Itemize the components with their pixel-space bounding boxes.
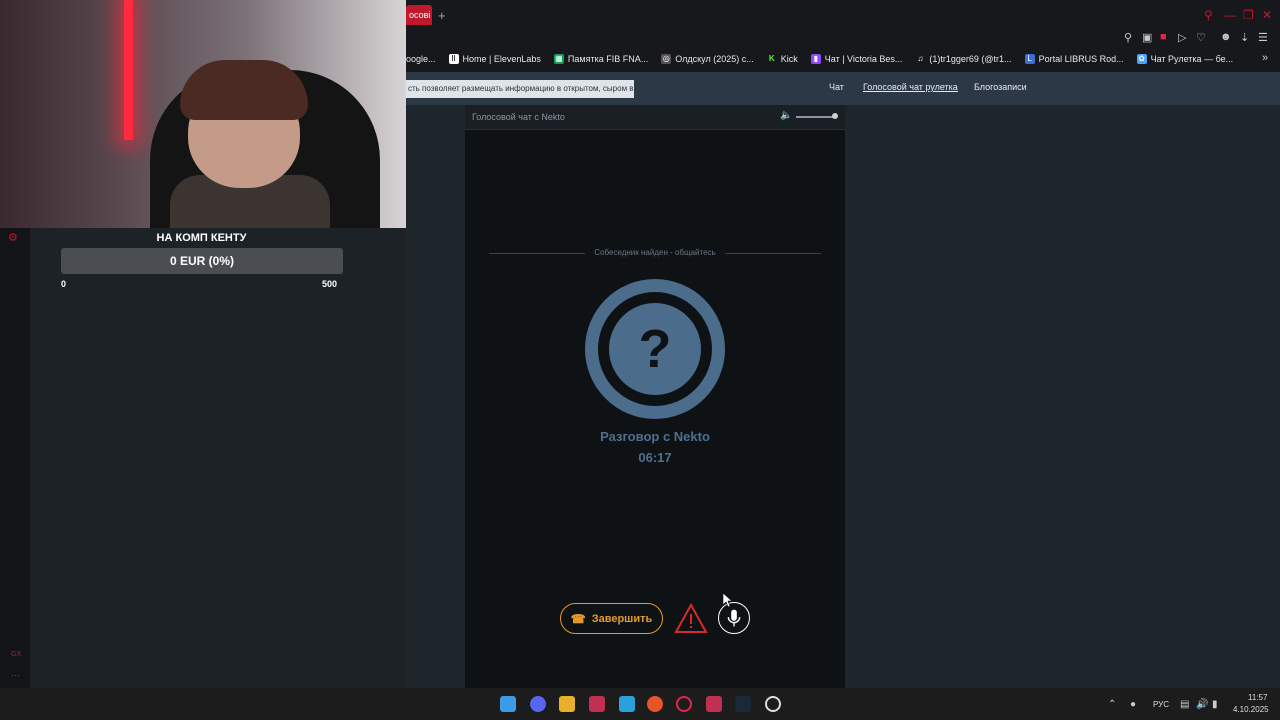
- browser-sidebar: [0, 228, 30, 688]
- discord-icon[interactable]: [530, 696, 546, 712]
- voice-chat-title: Голосовой чат с Nekto: [472, 112, 565, 122]
- tiktok-icon: ♫: [915, 54, 926, 64]
- bookmark-elevenlabs[interactable]: II Home | ElevenLabs: [448, 54, 541, 64]
- shield-icon[interactable]: ■: [1160, 31, 1167, 43]
- gear-icon[interactable]: ⚙: [8, 231, 18, 244]
- twitch-icon: ▮: [810, 54, 821, 64]
- network-icon[interactable]: ▤: [1180, 699, 1189, 710]
- maximize-icon[interactable]: ❐: [1243, 8, 1254, 22]
- overlay-background: [30, 228, 406, 688]
- bookmark-librus[interactable]: L Portal LIBRUS Rod...: [1024, 54, 1124, 64]
- taskbar: [0, 688, 1280, 720]
- app-icon[interactable]: [589, 696, 605, 712]
- profile-icon[interactable]: ☻: [1220, 31, 1232, 43]
- elevenlabs-icon: II: [448, 54, 459, 64]
- new-tab-button[interactable]: +: [438, 8, 446, 23]
- pin-icon[interactable]: ⚲: [1124, 31, 1132, 44]
- close-icon[interactable]: ✕: [1262, 8, 1272, 22]
- bookmark-label: Олдскул (2025) с...: [675, 54, 754, 64]
- bookmarks-bar: oogle... II Home | ElevenLabs ▦ Памятка FI…: [406, 46, 1280, 72]
- bookmark-sheets[interactable]: ▦ Памятка FIB FNA...: [553, 54, 649, 64]
- donation-goal-title: НА КОМП КЕНТУ: [156, 232, 247, 244]
- obs-icon[interactable]: [765, 696, 781, 712]
- start-icon[interactable]: [500, 696, 516, 712]
- status-text: Собеседник найден - общайтесь: [594, 248, 716, 257]
- tab-active[interactable]: осові: [406, 5, 432, 25]
- clock-time[interactable]: 11:57: [1248, 693, 1267, 702]
- streamer-hair: [180, 60, 308, 120]
- game-icon[interactable]: [647, 696, 663, 712]
- more-icon[interactable]: ⋯: [11, 670, 20, 681]
- report-warning-icon[interactable]: [674, 603, 708, 634]
- kick-icon: K: [766, 54, 777, 64]
- sheets-icon: ▦: [553, 54, 564, 64]
- bookmark-label: Portal LIBRUS Rod...: [1038, 54, 1124, 64]
- screenshot-icon[interactable]: ▣: [1142, 31, 1152, 44]
- bookmark-label: Чат Рулетка — бе...: [1150, 54, 1234, 64]
- led-strip: [124, 0, 133, 140]
- librus-icon: L: [1024, 54, 1035, 64]
- call-timer: 06:17: [638, 450, 672, 465]
- gx-label[interactable]: GX: [11, 651, 21, 658]
- hangup-icon: ☎: [570, 611, 586, 626]
- info-banner: сть позволяет размещать информацию в отк…: [406, 80, 634, 98]
- battery-icon[interactable]: ▮: [1212, 699, 1218, 710]
- volume-slider-knob[interactable]: [832, 113, 838, 119]
- divider: [489, 253, 585, 254]
- explorer-icon[interactable]: [559, 696, 575, 712]
- heart-icon[interactable]: ♡: [1196, 31, 1206, 44]
- play-icon[interactable]: ▷: [1178, 31, 1186, 44]
- volume-icon[interactable]: 🔈: [780, 110, 792, 121]
- film-icon: ◎: [661, 54, 672, 64]
- bookmark-kick[interactable]: K Kick: [766, 54, 798, 64]
- nav-blog[interactable]: Блогозаписи: [974, 82, 1027, 92]
- goal-max: 500: [322, 279, 338, 289]
- opera-gx-icon[interactable]: [676, 696, 692, 712]
- end-call-button[interactable]: ☎ Завершить: [560, 603, 663, 634]
- webcam-overlay: [0, 0, 406, 228]
- language-indicator[interactable]: РУС: [1153, 700, 1169, 709]
- tray-chevron-icon[interactable]: ⌃: [1108, 699, 1116, 710]
- end-call-label: Завершить: [591, 612, 653, 625]
- app-icon[interactable]: [706, 696, 722, 712]
- volume-slider[interactable]: [796, 116, 836, 118]
- menu-icon[interactable]: ☰: [1258, 31, 1268, 44]
- bookmark-google[interactable]: oogle...: [406, 54, 436, 64]
- bookmark-tiktok[interactable]: ♫ (1)tr1gger69 (@tr1...: [915, 54, 1012, 64]
- telegram-icon[interactable]: [619, 696, 635, 712]
- nav-chat[interactable]: Чат: [829, 82, 844, 92]
- mic-tray-icon[interactable]: ●: [1130, 699, 1136, 710]
- search-icon[interactable]: ⚲: [1204, 8, 1213, 22]
- nav-voice-roulette[interactable]: Голосовой чат рулетка: [863, 82, 958, 92]
- bookmarks-overflow-icon[interactable]: »: [1262, 52, 1268, 64]
- bookmark-label: Kick: [780, 54, 798, 64]
- bookmark-label: Чат | Victoria Bes...: [824, 54, 903, 64]
- roulette-icon: ✿: [1136, 54, 1147, 64]
- bookmark-label: Home | ElevenLabs: [462, 54, 541, 64]
- minimize-icon[interactable]: —: [1224, 8, 1236, 22]
- question-mark-icon: ?: [609, 303, 701, 395]
- bookmark-roulette[interactable]: ✿ Чат Рулетка — бе...: [1136, 54, 1234, 64]
- donation-goal-bar: 0 EUR (0%): [61, 248, 343, 274]
- bookmark-label: Памятка FIB FNA...: [567, 54, 649, 64]
- volume-tray-icon[interactable]: 🔊: [1196, 699, 1208, 710]
- bookmark-film[interactable]: ◎ Олдскул (2025) с...: [661, 54, 754, 64]
- mouse-cursor: [723, 593, 733, 607]
- bookmark-label: oogle...: [406, 54, 436, 64]
- divider: [725, 253, 821, 254]
- clock-date[interactable]: 4.10.2025: [1233, 705, 1269, 714]
- bookmark-twitch[interactable]: ▮ Чат | Victoria Bes...: [810, 54, 903, 64]
- steam-icon[interactable]: [735, 696, 751, 712]
- browser-titlebar: [406, 0, 1280, 30]
- download-icon[interactable]: ⇣: [1240, 31, 1249, 44]
- conversation-label: Разговор с Nekto: [600, 429, 710, 444]
- bookmark-label: (1)tr1gger69 (@tr1...: [929, 54, 1012, 64]
- goal-min: 0: [61, 279, 67, 289]
